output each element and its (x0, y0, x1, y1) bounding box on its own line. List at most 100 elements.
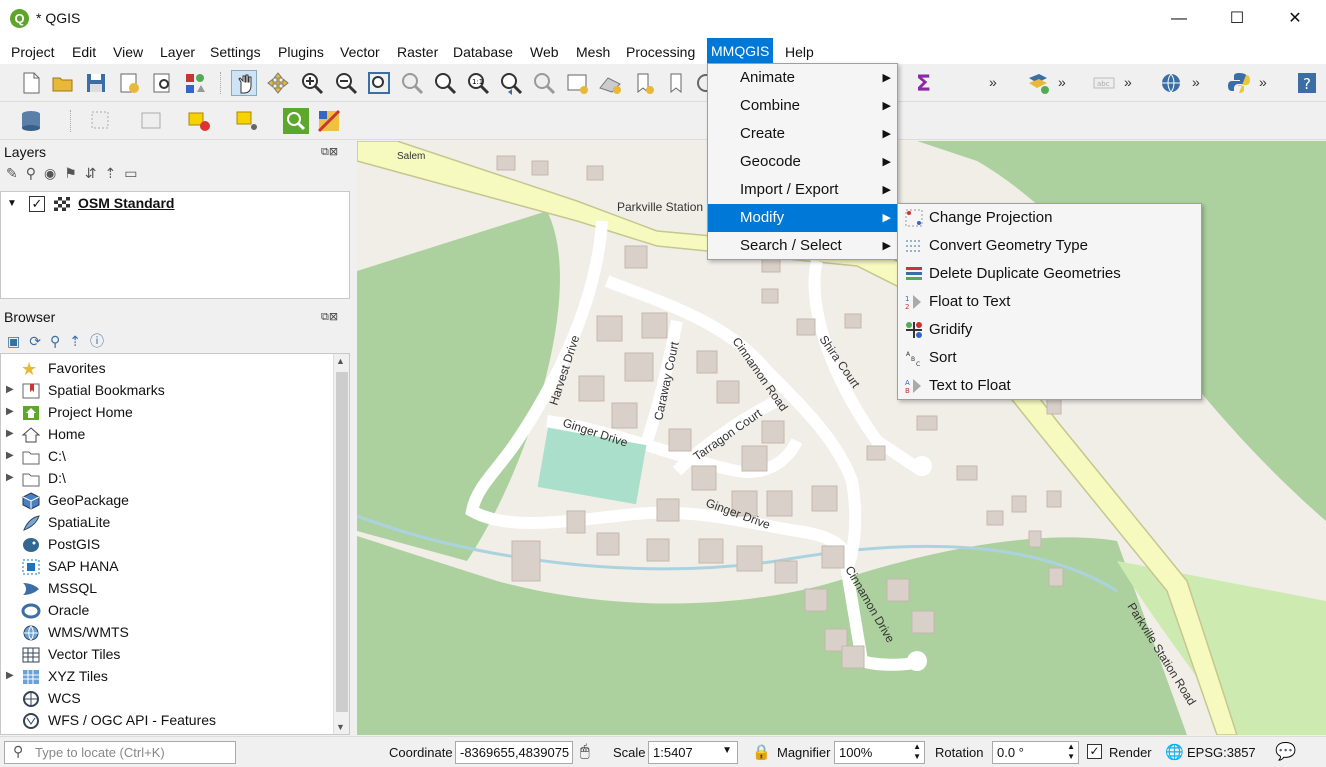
menu-item-animate[interactable]: Animate ▶ (708, 64, 897, 92)
expand-arrow-icon[interactable]: ▶ (6, 450, 14, 461)
zoom-out-icon[interactable] (333, 70, 359, 96)
messages-icon[interactable]: 💬 (1275, 742, 1296, 762)
toolbar-overflow-icon[interactable]: » (1259, 74, 1267, 90)
browser-item-project-home[interactable]: ▶ Project Home (1, 402, 331, 424)
menu-mmqgis[interactable]: MMQGIS (707, 38, 774, 64)
browser-item-d-drive[interactable]: ▶ D:\ (1, 468, 331, 490)
python-console-icon[interactable] (1226, 70, 1252, 96)
toolbar-overflow-icon[interactable]: » (1192, 74, 1200, 90)
layer-name[interactable]: OSM Standard (78, 195, 174, 211)
toggle-extents-mouse-icon[interactable]: 🖱 (580, 743, 590, 761)
browser-item-wms-wmts[interactable]: WMS/WMTS (1, 622, 331, 644)
open-project-icon[interactable] (50, 70, 76, 96)
style-manager-icon[interactable] (182, 70, 208, 96)
browser-item-sap-hana[interactable]: SAP HANA (1, 556, 331, 578)
minimize-button[interactable]: — (1150, 0, 1208, 38)
menu-item-sort[interactable]: ABC Sort (898, 344, 1201, 372)
new-project-icon[interactable] (18, 70, 44, 96)
toolbar-overflow-icon[interactable]: » (1124, 74, 1132, 90)
select-features-icon[interactable] (88, 108, 114, 134)
statistics-sigma-icon[interactable]: Σ (910, 70, 936, 96)
panel-float-icon[interactable]: ⧉⊠ (321, 310, 338, 324)
mmqgis-toolbar-icon[interactable] (316, 108, 342, 134)
lock-scale-icon[interactable]: 🔒 (752, 743, 771, 761)
menu-layer[interactable]: Layer (156, 41, 199, 63)
render-checkbox[interactable]: ✓ (1087, 744, 1102, 759)
layer-visibility-checkbox[interactable]: ✓ (29, 196, 45, 212)
rotation-spinbox[interactable]: 0.0 ° ▲ ▼ (992, 741, 1079, 764)
menu-edit[interactable]: Edit (68, 41, 100, 63)
spinner-arrows-icon[interactable]: ▲ ▼ (1067, 742, 1075, 762)
menu-item-text-to-float[interactable]: AB Text to Float (898, 372, 1201, 400)
crs-label[interactable]: EPSG:3857 (1187, 745, 1256, 760)
browser-item-wfs[interactable]: WFS / OGC API - Features (1, 710, 331, 732)
zoom-full-icon[interactable] (366, 70, 392, 96)
save-project-icon[interactable] (83, 70, 109, 96)
crs-globe-icon[interactable]: 🌐 (1165, 743, 1184, 761)
web-globe-icon[interactable] (1158, 70, 1184, 96)
browser-item-oracle[interactable]: Oracle (1, 600, 331, 622)
panel-float-icon[interactable]: ⧉⊠ (321, 145, 338, 159)
menu-raster[interactable]: Raster (393, 41, 442, 63)
pan-map-icon[interactable] (231, 70, 257, 96)
menu-plugins[interactable]: Plugins (274, 41, 328, 63)
menu-item-gridify[interactable]: Gridify (898, 316, 1201, 344)
browser-item-mssql[interactable]: MSSQL (1, 578, 331, 600)
toolbar-overflow-icon[interactable]: » (989, 74, 997, 90)
data-source-manager-icon[interactable] (18, 108, 44, 134)
expand-arrow-icon[interactable]: ▶ (6, 472, 14, 483)
deselect-features-icon[interactable] (186, 108, 212, 134)
menu-item-modify[interactable]: Modify ▶ (708, 204, 897, 232)
browser-item-geopackage[interactable]: GeoPackage (1, 490, 331, 512)
spinner-arrows-icon[interactable]: ▲ ▼ (913, 742, 921, 762)
close-button[interactable]: ✕ (1266, 0, 1324, 38)
zoom-native-icon[interactable]: 1:1 (465, 70, 491, 96)
menu-item-delete-duplicate-geometries[interactable]: Delete Duplicate Geometries (898, 260, 1201, 288)
menu-item-geocode[interactable]: Geocode ▶ (708, 148, 897, 176)
expand-arrow-icon[interactable]: ▶ (6, 428, 14, 439)
toolbar-overflow-icon[interactable]: » (1058, 74, 1066, 90)
scale-combobox[interactable]: 1:5407 ▼ (648, 741, 738, 764)
layout-manager-icon[interactable] (149, 70, 175, 96)
menu-web[interactable]: Web (526, 41, 563, 63)
browser-item-c-drive[interactable]: ▶ C:\ (1, 446, 331, 468)
menu-settings[interactable]: Settings (206, 41, 265, 63)
menu-mesh[interactable]: Mesh (572, 41, 614, 63)
browser-toolbar[interactable]: ▣⟳⚲⇡ⓘ (7, 331, 137, 351)
new-3d-map-icon[interactable] (597, 70, 623, 96)
zoom-in-icon[interactable] (299, 70, 325, 96)
menu-processing[interactable]: Processing (622, 41, 699, 63)
menu-project[interactable]: Project (7, 41, 59, 63)
label-tool-icon[interactable]: abc (1091, 70, 1117, 96)
pan-to-selection-icon[interactable] (265, 70, 291, 96)
coordinate-field[interactable]: -8369655,4839075 (455, 741, 573, 764)
browser-item-spatialite[interactable]: SpatiaLite (1, 512, 331, 534)
browser-item-wcs[interactable]: WCS (1, 688, 331, 710)
menu-item-import-export[interactable]: Import / Export ▶ (708, 176, 897, 204)
menu-item-change-projection[interactable]: Change Projection (898, 204, 1201, 232)
new-print-layout-icon[interactable] (116, 70, 142, 96)
magnifier-spinbox[interactable]: 100% ▲ ▼ (834, 741, 925, 764)
expand-arrow-icon[interactable]: ▶ (6, 384, 14, 395)
menu-item-convert-geometry-type[interactable]: Convert Geometry Type (898, 232, 1201, 260)
expand-arrow-icon[interactable]: ▶ (6, 406, 14, 417)
zoom-last-icon[interactable] (498, 70, 524, 96)
new-map-view-icon[interactable] (564, 70, 590, 96)
expand-arrow-icon[interactable]: ▶ (6, 670, 14, 681)
zoom-next-icon[interactable] (531, 70, 557, 96)
browser-item-home[interactable]: ▶ Home (1, 424, 331, 446)
menu-view[interactable]: View (109, 41, 147, 63)
menu-item-create[interactable]: Create ▶ (708, 120, 897, 148)
select-by-location-icon[interactable] (234, 108, 260, 134)
help-icon[interactable]: ? (1294, 70, 1320, 96)
menu-vector[interactable]: Vector (336, 41, 384, 63)
browser-item-vector-tiles[interactable]: Vector Tiles (1, 644, 331, 666)
menu-item-search-select[interactable]: Search / Select ▶ (708, 232, 897, 260)
show-bookmarks-icon[interactable] (663, 70, 689, 96)
browser-scrollbar[interactable]: ▲ ▼ (333, 354, 349, 734)
locator-search-input[interactable]: ⚲ Type to locate (Ctrl+K) (4, 741, 236, 764)
zoom-to-selection-icon[interactable] (399, 70, 425, 96)
menu-help[interactable]: Help (781, 41, 818, 63)
zoom-to-layer-icon[interactable] (432, 70, 458, 96)
maximize-button[interactable]: ☐ (1208, 0, 1266, 38)
